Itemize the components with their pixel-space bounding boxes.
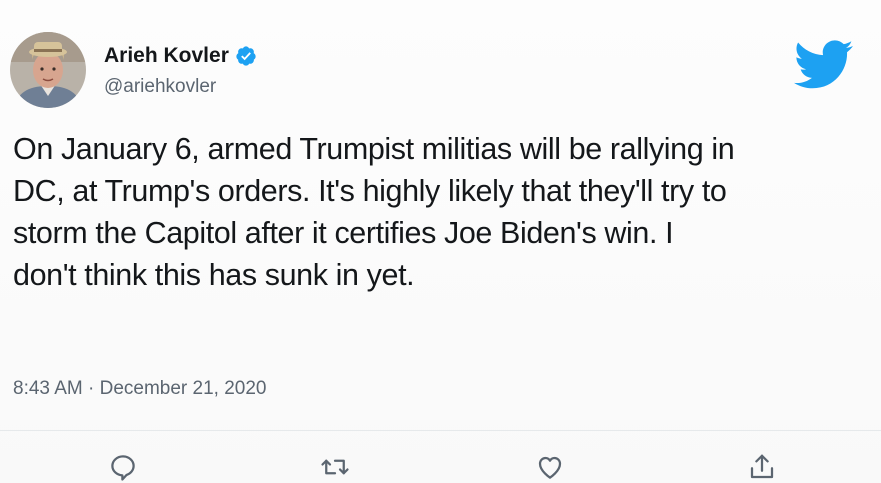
share-button[interactable] [747, 452, 777, 482]
author-name[interactable]: Arieh Kovler [104, 44, 229, 68]
twitter-bird-icon[interactable] [794, 40, 854, 90]
tweet-card: Arieh Kovler @ariehkovler On January 6, … [0, 0, 881, 483]
tweet-text-line: don't think this has sunk in yet. [13, 258, 415, 292]
reply-button[interactable] [108, 452, 138, 482]
tweet-text: On January 6, armed Trumpist militias wi… [13, 128, 875, 296]
tweet-timestamp[interactable]: 8:43 AM · December 21, 2020 [13, 378, 266, 400]
tweet-text-line: DC, at Trump's orders. It's highly likel… [13, 174, 727, 208]
author-name-row[interactable]: Arieh Kovler [104, 44, 257, 68]
reply-icon [111, 455, 135, 481]
author-handle[interactable]: @ariehkovler [104, 76, 216, 98]
avatar[interactable] [10, 32, 86, 108]
retweet-button[interactable] [320, 452, 350, 482]
divider [0, 430, 881, 431]
share-icon [750, 454, 774, 479]
like-icon [538, 456, 562, 479]
like-button[interactable] [535, 452, 565, 482]
tweet-text-line: On January 6, armed Trumpist militias wi… [13, 132, 735, 166]
tweet-text-line: storm the Capitol after it certifies Joe… [13, 216, 674, 250]
verified-badge-icon [235, 45, 257, 67]
avatar-image [10, 32, 86, 108]
retweet-icon [321, 459, 349, 475]
